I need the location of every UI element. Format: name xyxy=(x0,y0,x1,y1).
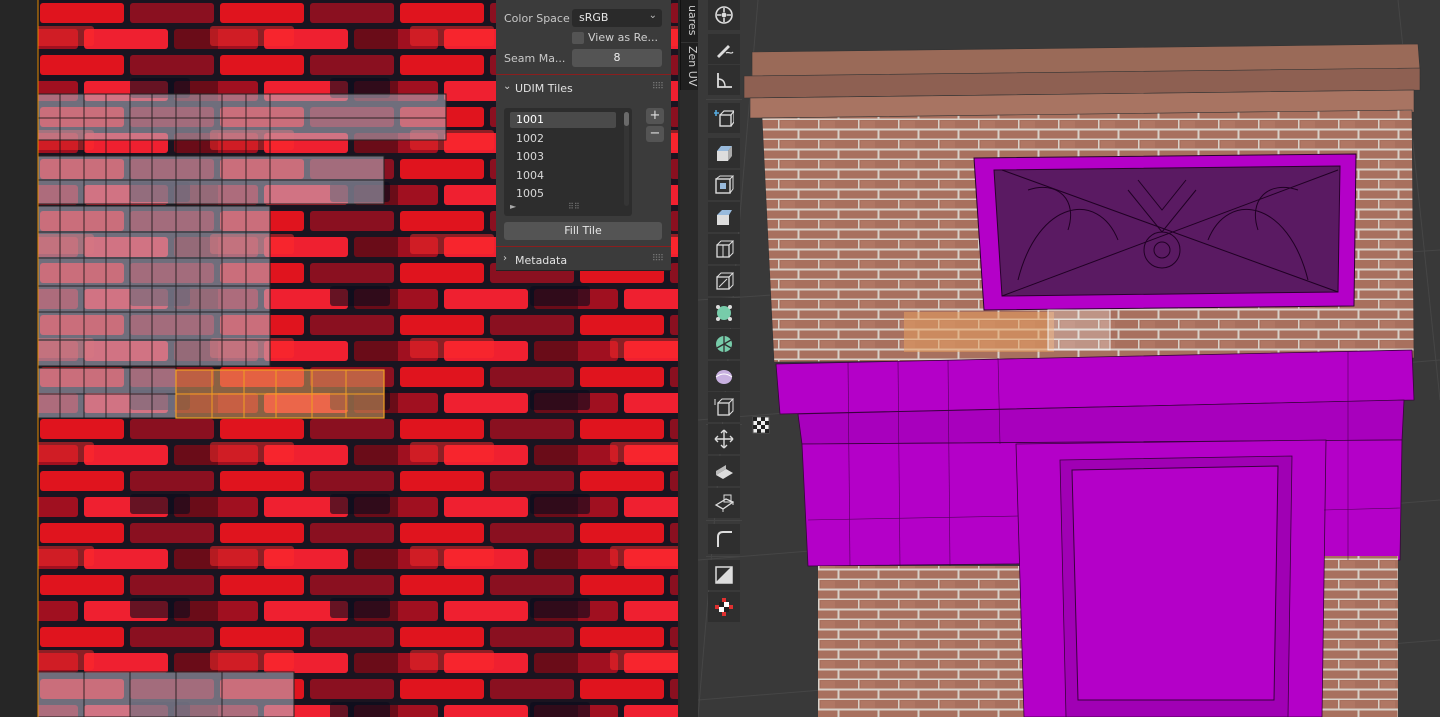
tool-loop-cut[interactable] xyxy=(708,234,740,264)
tile-item-1002[interactable]: 1002 xyxy=(510,131,616,147)
seam-margin-field[interactable]: 8 xyxy=(572,49,662,67)
resize-grip-icon[interactable]: ⠿⠿ xyxy=(568,202,580,211)
chevron-right-icon: › xyxy=(503,253,507,264)
udim-tiles-title: UDIM Tiles xyxy=(515,82,573,95)
knife-icon xyxy=(716,272,734,290)
tool-uv-checker[interactable] xyxy=(708,560,740,590)
divider xyxy=(706,99,742,100)
checker-texture-icon[interactable] xyxy=(752,416,770,434)
divider xyxy=(706,556,742,557)
tool-zen-uv[interactable] xyxy=(708,592,740,622)
tool-measure[interactable] xyxy=(708,65,740,95)
uv-side-tabs: uares Zen UV xyxy=(680,0,699,90)
uv-checker-icon xyxy=(715,566,733,584)
view-as-render-checkbox[interactable] xyxy=(572,32,584,44)
fill-tile-button[interactable]: Fill Tile xyxy=(504,222,662,240)
color-space-row: Color Space sRGB ⌄ xyxy=(496,9,671,29)
viewport-canvas[interactable] xyxy=(698,0,1440,717)
tool-shear[interactable] xyxy=(708,456,740,486)
tile-item-1003[interactable]: 1003 xyxy=(510,149,616,165)
loop-cut-icon xyxy=(716,240,734,258)
udim-tiles-header[interactable]: ⌄ UDIM Tiles ⠿⠿ xyxy=(496,78,671,100)
smooth-icon xyxy=(715,370,733,384)
tool-knife[interactable] xyxy=(708,266,740,296)
tool-bevel[interactable] xyxy=(708,202,740,232)
tab-uares[interactable]: uares xyxy=(681,0,699,40)
tool-spin[interactable] xyxy=(708,329,740,359)
bevel-icon xyxy=(717,210,732,225)
edge-slide-icon xyxy=(714,398,734,416)
tile-item-1004[interactable]: 1004 xyxy=(510,168,616,184)
view-as-render-label[interactable]: View as Re... xyxy=(588,31,658,44)
tool-vertex-slide[interactable] xyxy=(708,524,740,554)
shrink-fatten-icon xyxy=(714,429,734,449)
color-space-label: Color Space xyxy=(504,12,570,25)
image-properties-panel: Color Space sRGB ⌄ View as Re... Seam Ma… xyxy=(496,0,671,271)
tool-shrink-fatten[interactable] xyxy=(708,424,740,454)
annotate-icon xyxy=(717,45,734,58)
tool-annotate[interactable] xyxy=(708,34,740,64)
udim-tile-list[interactable]: 1001 1002 1003 1004 1005 ► ⠿⠿ xyxy=(504,108,632,216)
poly-build-icon xyxy=(716,305,732,321)
tool-poly-build[interactable] xyxy=(708,298,740,328)
remove-tile-button[interactable]: − xyxy=(646,126,664,142)
tool-inset-faces[interactable] xyxy=(708,170,740,200)
divider xyxy=(496,246,671,247)
seam-margin-row: Seam Ma... 8 xyxy=(496,49,671,69)
drag-handle-icon[interactable]: ⠿⠿ xyxy=(652,82,664,92)
add-cube-icon xyxy=(714,110,734,127)
chevron-down-icon: ⌄ xyxy=(648,10,657,21)
spin-icon xyxy=(716,336,732,352)
tool-smooth[interactable] xyxy=(708,361,740,391)
divider xyxy=(496,74,671,75)
extrude-region-icon xyxy=(717,146,732,161)
zen-uv-icon xyxy=(715,598,733,616)
drag-handle-icon[interactable]: ⠿⠿ xyxy=(652,254,664,264)
selected-faces xyxy=(904,312,1054,352)
tool-add-cube[interactable] xyxy=(708,103,740,133)
tool-transform[interactable] xyxy=(708,0,740,30)
tab-zen-uv[interactable]: Zen UV xyxy=(681,42,699,89)
metadata-header[interactable]: › Metadata ⠿⠿ xyxy=(496,250,671,272)
tool-extrude-region[interactable] xyxy=(708,138,740,168)
transform-icon xyxy=(715,6,733,24)
tool-rip-region[interactable] xyxy=(708,488,740,518)
seam-margin-label: Seam Ma... xyxy=(504,52,566,65)
list-scrollbar-track[interactable] xyxy=(624,112,629,206)
tile-item-1005[interactable]: 1005 xyxy=(510,186,616,202)
list-scrollbar-thumb[interactable] xyxy=(624,112,629,126)
chevron-down-icon: ⌄ xyxy=(503,81,512,92)
view-as-render-row: View as Re... xyxy=(496,29,671,49)
color-space-value: sRGB xyxy=(579,11,609,24)
color-space-dropdown[interactable]: sRGB ⌄ xyxy=(572,9,662,27)
measure-icon xyxy=(717,73,732,88)
viewport-toolbar xyxy=(706,0,742,622)
metadata-title: Metadata xyxy=(515,254,568,267)
expand-list-icon[interactable]: ► xyxy=(510,202,516,211)
add-tile-button[interactable]: + xyxy=(646,108,664,124)
selected-uv-island xyxy=(175,369,385,419)
3d-viewport[interactable] xyxy=(698,0,1440,717)
tool-edge-slide[interactable] xyxy=(708,392,740,422)
tile-item-1001[interactable]: 1001 xyxy=(510,112,616,128)
vertex-slide-icon xyxy=(717,531,732,547)
divider xyxy=(706,520,742,521)
shear-icon xyxy=(716,465,733,479)
inset-faces-icon xyxy=(715,175,734,194)
rip-region-icon xyxy=(714,494,734,512)
